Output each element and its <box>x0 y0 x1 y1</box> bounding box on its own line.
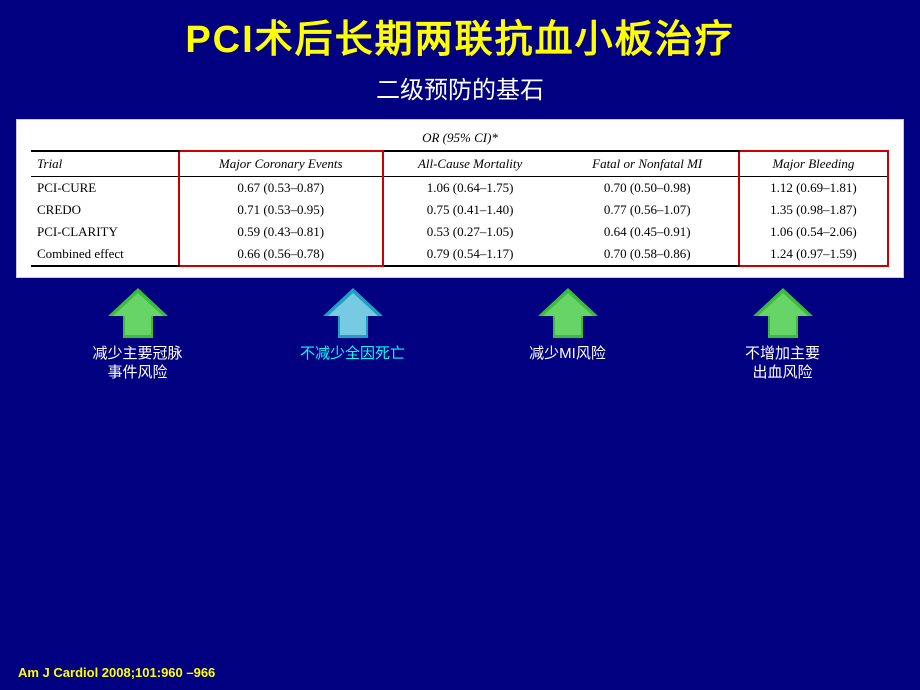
arrows-row: 减少主要冠脉事件风险 不减少全因死亡 减少MI风险 不增加主要出血风险 <box>16 288 904 383</box>
cell-major-bleeding: 1.06 (0.54–2.06) <box>739 221 888 243</box>
title-area: PCI术后长期两联抗血小板治疗 二级预防的基石 <box>185 0 734 115</box>
cell-major-bleeding: 1.35 (0.98–1.87) <box>739 199 888 221</box>
arrow-icon-4 <box>753 288 813 338</box>
cell-major-coronary: 0.66 (0.56–0.78) <box>179 243 383 266</box>
cell-fatal-mi: 0.77 (0.56–1.07) <box>557 199 739 221</box>
cell-major-bleeding: 1.24 (0.97–1.59) <box>739 243 888 266</box>
arrow-group-4: 不增加主要出血风险 <box>688 288 878 383</box>
cell-fatal-mi: 0.64 (0.45–0.91) <box>557 221 739 243</box>
arrow-icon-3 <box>538 288 598 338</box>
col-trial: Trial <box>31 151 179 177</box>
cell-all-cause: 0.75 (0.41–1.40) <box>383 199 557 221</box>
cell-all-cause: 0.79 (0.54–1.17) <box>383 243 557 266</box>
data-table: Trial Major Coronary Events All-Cause Mo… <box>31 150 889 267</box>
cell-fatal-mi: 0.70 (0.50–0.98) <box>557 176 739 199</box>
arrow-label-4: 不增加主要出血风险 <box>745 344 820 383</box>
col-major-coronary: Major Coronary Events <box>179 151 383 177</box>
cell-major-coronary: 0.59 (0.43–0.81) <box>179 221 383 243</box>
arrow-group-1: 减少主要冠脉事件风险 <box>43 288 233 383</box>
slide: PCI术后长期两联抗血小板治疗 二级预防的基石 OR (95% CI)* Tri… <box>0 0 920 690</box>
table-row: CREDO0.71 (0.53–0.95)0.75 (0.41–1.40)0.7… <box>31 199 888 221</box>
main-title: PCI术后长期两联抗血小板治疗 <box>185 18 734 64</box>
cell-trial: PCI-CLARITY <box>31 221 179 243</box>
subtitle: 二级预防的基石 <box>185 70 734 105</box>
arrow-group-3: 减少MI风险 <box>473 288 663 364</box>
cell-fatal-mi: 0.70 (0.58–0.86) <box>557 243 739 266</box>
arrow-icon-2 <box>323 288 383 338</box>
table-row: Combined effect0.66 (0.56–0.78)0.79 (0.5… <box>31 243 888 266</box>
col-major-bleeding: Major Bleeding <box>739 151 888 177</box>
cell-all-cause: 0.53 (0.27–1.05) <box>383 221 557 243</box>
arrow-label-3: 减少MI风险 <box>529 344 606 364</box>
or-header: OR (95% CI)* <box>31 130 889 146</box>
cell-major-coronary: 0.71 (0.53–0.95) <box>179 199 383 221</box>
table-row: PCI-CURE0.67 (0.53–0.87)1.06 (0.64–1.75)… <box>31 176 888 199</box>
cell-major-bleeding: 1.12 (0.69–1.81) <box>739 176 888 199</box>
arrow-label-2: 不减少全因死亡 <box>300 344 405 364</box>
cell-all-cause: 1.06 (0.64–1.75) <box>383 176 557 199</box>
cell-trial: PCI-CURE <box>31 176 179 199</box>
table-container: OR (95% CI)* Trial Major Coronary Events… <box>16 119 904 278</box>
cell-major-coronary: 0.67 (0.53–0.87) <box>179 176 383 199</box>
cell-trial: CREDO <box>31 199 179 221</box>
table-row: PCI-CLARITY0.59 (0.43–0.81)0.53 (0.27–1.… <box>31 221 888 243</box>
col-fatal-mi: Fatal or Nonfatal MI <box>557 151 739 177</box>
cell-trial: Combined effect <box>31 243 179 266</box>
bottom-reference: Am J Cardiol 2008;101:960 –966 <box>18 665 215 680</box>
arrow-icon-1 <box>108 288 168 338</box>
arrow-group-2: 不减少全因死亡 <box>258 288 448 364</box>
col-all-cause: All-Cause Mortality <box>383 151 557 177</box>
arrow-label-1: 减少主要冠脉事件风险 <box>92 344 182 383</box>
